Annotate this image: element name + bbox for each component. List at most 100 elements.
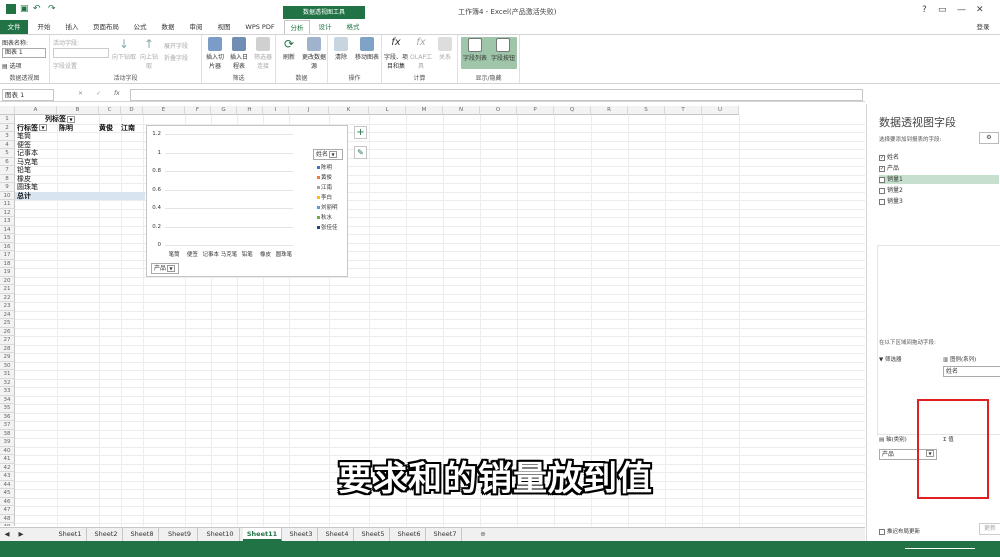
column-header-S[interactable]: S (628, 106, 665, 115)
pivot-row-item[interactable]: 铅笔 (17, 166, 31, 174)
sheet-tab-Sheet11[interactable]: Sheet11 (243, 528, 282, 541)
row-header-48[interactable]: 48 (0, 514, 15, 523)
column-header-I[interactable]: I (263, 106, 289, 115)
undo-icon[interactable]: ↶ (33, 4, 41, 16)
row-header-33[interactable]: 33 (0, 387, 15, 396)
row-header-32[interactable]: 32 (0, 378, 15, 387)
row-header-17[interactable]: 17 (0, 251, 15, 260)
column-header-D[interactable]: D (121, 106, 143, 115)
pivot-row-label[interactable]: 行标签 ▼ (17, 124, 47, 132)
row-header-49[interactable]: 49 (0, 523, 15, 526)
redo-icon[interactable]: ↷ (48, 4, 56, 16)
column-header-J[interactable]: J (289, 106, 329, 115)
formula-input[interactable] (130, 89, 863, 101)
change-source-button[interactable]: 更改数据源 (302, 37, 326, 70)
column-header-B[interactable]: B (57, 106, 99, 115)
tab-format[interactable]: 格式 (340, 20, 366, 34)
field-buttons-button[interactable]: 字段按钮 (489, 38, 517, 62)
tab-view[interactable]: 视图 (212, 20, 236, 34)
tab-data[interactable]: 数据 (156, 20, 180, 34)
row-header-13[interactable]: 13 (0, 217, 15, 226)
relations-button[interactable]: 关系 (434, 37, 456, 61)
tab-wps-pdf[interactable]: WPS PDF (240, 20, 280, 34)
help-icon[interactable]: ? (922, 5, 927, 15)
row-header-43[interactable]: 43 (0, 472, 15, 481)
row-header-34[interactable]: 34 (0, 395, 15, 404)
field-item[interactable]: 销量2 (879, 186, 903, 195)
row-header-35[interactable]: 35 (0, 404, 15, 413)
row-header-40[interactable]: 40 (0, 446, 15, 455)
fields-items-button[interactable]: fx 字段、项目和集 (384, 37, 408, 70)
field-item[interactable]: ✓ 姓名 (879, 153, 899, 162)
enter-icon[interactable]: ✓ (96, 90, 101, 97)
tab-analyze[interactable]: 分析 (284, 20, 310, 34)
row-header-8[interactable]: 8 (0, 174, 15, 183)
row-header-45[interactable]: 45 (0, 489, 15, 498)
drill-up-button[interactable]: ↑ 向上钻取 (138, 37, 160, 70)
save-icon[interactable]: ▣ (20, 4, 29, 16)
field-list-button[interactable]: 字段列表 (461, 38, 489, 62)
move-chart-button[interactable]: 移动图表 (354, 37, 380, 61)
column-header-E[interactable]: E (143, 106, 185, 115)
column-header-K[interactable]: K (329, 106, 369, 115)
row-header-5[interactable]: 5 (0, 149, 15, 158)
pivot-row-item[interactable]: 马克笔 (17, 158, 38, 166)
column-header-R[interactable]: R (591, 106, 628, 115)
legend-field-button[interactable]: 姓名 ▼ (313, 149, 343, 160)
minimize-icon[interactable]: — (957, 5, 966, 15)
refresh-button[interactable]: ⟳ 刷新 (278, 37, 300, 61)
column-header-Q[interactable]: Q (554, 106, 591, 115)
login-link[interactable]: 登录 (970, 20, 996, 34)
zoom-slider[interactable] (905, 548, 975, 549)
checkbox-icon[interactable]: ✓ (879, 165, 885, 172)
field-item[interactable]: ✓ 产品 (879, 164, 899, 173)
row-header-44[interactable]: 44 (0, 480, 15, 489)
clear-button[interactable]: 清除 (330, 37, 352, 61)
column-header-F[interactable]: F (185, 106, 211, 115)
row-header-31[interactable]: 31 (0, 370, 15, 379)
column-header-H[interactable]: H (237, 106, 263, 115)
row-header-11[interactable]: 11 (0, 200, 15, 209)
row-header-21[interactable]: 21 (0, 285, 15, 294)
column-header-U[interactable]: U (702, 106, 739, 115)
checkbox-icon[interactable] (879, 198, 885, 205)
row-header-15[interactable]: 15 (0, 234, 15, 243)
row-header-16[interactable]: 16 (0, 242, 15, 251)
row-header-18[interactable]: 18 (0, 259, 15, 268)
options-button[interactable]: ▤ 选项 (2, 61, 22, 70)
row-header-7[interactable]: 7 (0, 166, 15, 175)
row-header-10[interactable]: 10 (0, 191, 15, 200)
row-header-39[interactable]: 39 (0, 438, 15, 447)
column-header-C[interactable]: C (99, 106, 121, 115)
collapse-field-button[interactable]: 折叠字段 (164, 53, 188, 62)
row-header-19[interactable]: 19 (0, 268, 15, 277)
row-header-20[interactable]: 20 (0, 276, 15, 285)
row-header-14[interactable]: 14 (0, 225, 15, 234)
row-header-46[interactable]: 46 (0, 497, 15, 506)
sheet-tab-Sheet2[interactable]: Sheet2 (90, 528, 123, 541)
column-header-O[interactable]: O (480, 106, 517, 115)
row-header-12[interactable]: 12 (0, 208, 15, 217)
select-all-corner[interactable] (0, 106, 15, 115)
tab-file[interactable]: 文件 (0, 20, 28, 34)
pivot-row-item[interactable]: 便签 (17, 141, 31, 149)
sheet-tab-Sheet5[interactable]: Sheet5 (357, 528, 390, 541)
sheet-tab-Sheet10[interactable]: Sheet10 (201, 528, 240, 541)
expand-field-button[interactable]: 展开字段 (164, 41, 188, 50)
row-header-4[interactable]: 4 (0, 140, 15, 149)
column-header-N[interactable]: N (443, 106, 480, 115)
column-header-T[interactable]: T (665, 106, 702, 115)
insert-timeline-button[interactable]: 插入日程表 (228, 37, 250, 70)
column-header-L[interactable]: L (369, 106, 406, 115)
sheet-tab-Sheet9[interactable]: Sheet9 (162, 528, 198, 541)
column-header-G[interactable]: G (211, 106, 237, 115)
tab-insert[interactable]: 插入 (60, 20, 84, 34)
sheet-tab-Sheet6[interactable]: Sheet6 (393, 528, 426, 541)
checkbox-icon[interactable]: ✓ (879, 154, 885, 161)
fx-button[interactable]: fx (114, 90, 120, 97)
row-header-37[interactable]: 37 (0, 421, 15, 430)
tab-formula[interactable]: 公式 (128, 20, 152, 34)
row-header-29[interactable]: 29 (0, 353, 15, 362)
chevron-down-icon[interactable]: ▼ (67, 115, 75, 123)
row-header-3[interactable]: 3 (0, 132, 15, 141)
